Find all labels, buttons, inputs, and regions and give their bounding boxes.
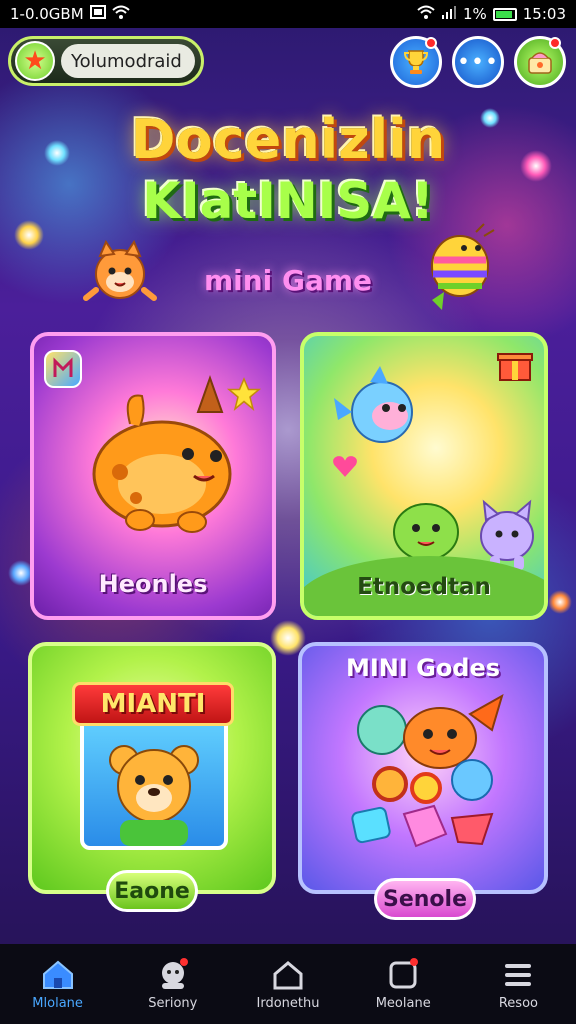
screenshot-icon xyxy=(89,5,106,23)
game-card-2[interactable]: Etnoedtan xyxy=(300,332,548,620)
wifi-icon xyxy=(417,5,435,23)
nav-item-seriony[interactable]: Seriony xyxy=(115,944,230,1024)
nav-item-meolane[interactable]: Meolane xyxy=(346,944,461,1024)
shop-icon xyxy=(528,52,552,74)
heart-icon xyxy=(333,456,357,477)
status-right: 1% 15:03 xyxy=(417,5,566,23)
card-4-title: MINI Godes xyxy=(345,654,501,682)
signal-icon xyxy=(441,5,457,23)
battery-icon xyxy=(492,7,517,21)
card-3-action-button[interactable]: Eaone xyxy=(106,870,198,912)
card-2-label: Etnoedtan xyxy=(357,574,491,600)
square-badge-icon xyxy=(386,957,420,992)
notification-dot xyxy=(179,957,188,966)
notification-dot xyxy=(410,957,419,966)
more-dots-icon: ••• xyxy=(457,49,499,75)
card-4-action-button[interactable]: Senole xyxy=(374,878,476,920)
home-icon xyxy=(41,958,75,992)
section-subtitle: mini Game xyxy=(203,264,373,297)
bear-portrait-frame xyxy=(80,716,228,850)
gift-icon xyxy=(496,346,534,384)
nav-item-irdonethu[interactable]: Irdonethu xyxy=(230,944,345,1024)
character-icon xyxy=(156,957,190,992)
nav-item-home[interactable]: Mlolane xyxy=(0,944,115,1024)
star-icon: ★ xyxy=(15,41,55,81)
house-outline-icon xyxy=(271,958,305,992)
bottom-navigation: Mlolane Seriony Irdonethu Meolane Resoo xyxy=(0,944,576,1024)
notification-dot xyxy=(425,37,437,49)
trophy-icon xyxy=(403,50,429,74)
nav-item-resoo[interactable]: Resoo xyxy=(461,944,576,1024)
nav-label-seriony: Seriony xyxy=(148,995,198,1011)
card-3-banner: MIANTI xyxy=(72,682,234,726)
nav-label-resoo: Resoo xyxy=(498,995,538,1011)
status-time: 15:03 xyxy=(522,5,566,23)
profile-name: Yolumodraid xyxy=(61,44,195,78)
star-icon xyxy=(226,377,262,412)
fish-character-icon xyxy=(334,366,413,443)
bear-character-icon xyxy=(109,745,199,846)
game-home-screen: 1-0.0GBM 1% 15:03 ★ Yolumodraid ••• Doce… xyxy=(0,0,576,1024)
card-1-label: Heonles xyxy=(98,570,208,598)
status-bar: 1-0.0GBM 1% 15:03 xyxy=(0,0,576,28)
game-card-1[interactable]: Heonles xyxy=(30,332,276,620)
nav-label-home: Mlolane xyxy=(32,995,83,1011)
candy-characters-icon xyxy=(351,694,504,848)
menu-icon xyxy=(501,958,535,992)
nav-label-irdonethu: Irdonethu xyxy=(256,995,320,1011)
shop-button[interactable] xyxy=(514,36,566,88)
game-card-4[interactable]: MINI Godes xyxy=(298,642,548,894)
status-left: 1-0.0GBM xyxy=(10,5,130,23)
nav-label-meolane: Meolane xyxy=(375,995,431,1011)
more-button[interactable]: ••• xyxy=(452,36,504,88)
status-text: 1-0.0GBM xyxy=(10,5,84,23)
sparkle-decoration xyxy=(548,590,572,614)
game-title-line-1: Docenizlin xyxy=(130,108,446,171)
game-card-3[interactable]: MIANTI xyxy=(28,642,276,894)
notification-dot xyxy=(549,37,561,49)
dragon-character-icon xyxy=(92,374,232,533)
profile-pill[interactable]: ★ Yolumodraid xyxy=(8,36,204,86)
wifi-icon xyxy=(112,5,130,23)
battery-text: 1% xyxy=(462,5,487,23)
trophy-button[interactable] xyxy=(390,36,442,88)
